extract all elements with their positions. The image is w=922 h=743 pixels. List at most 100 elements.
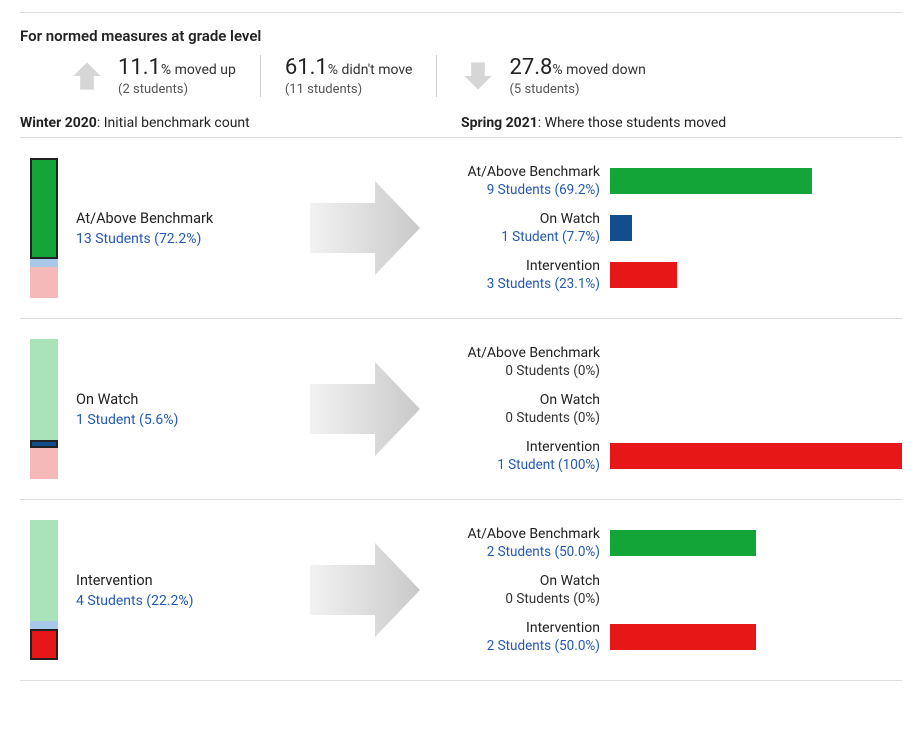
- destination-bar: [610, 262, 677, 288]
- destination-labels: At/Above Benchmark 2 Students (50.0%): [440, 526, 610, 560]
- destination-category-label: At/Above Benchmark: [440, 526, 600, 542]
- transition-arrow-icon: [290, 158, 440, 298]
- stacked-bar-segment: [30, 621, 58, 629]
- didnt-move-pct: 61.1: [285, 55, 328, 80]
- stacked-bar-segment: [30, 520, 58, 621]
- initial-count-link[interactable]: 4 Students (22.2%): [76, 593, 194, 609]
- right-period-desc: : Where those students moved: [538, 115, 726, 131]
- destination-row: Intervention 1 Student (100%): [440, 439, 902, 473]
- destination-labels: On Watch 0 Students (0%): [440, 573, 610, 607]
- summary-moved-up: 11.1% moved up (2 students): [20, 55, 260, 97]
- didnt-move-detail: (11 students): [285, 82, 413, 97]
- destination-bar-track: [610, 577, 902, 603]
- destination-count-link[interactable]: 2 Students (50.0%): [440, 544, 600, 560]
- transition-arrow-icon: [290, 520, 440, 660]
- destination-count-link: 0 Students (0%): [440, 591, 600, 607]
- destination-category-label: On Watch: [440, 573, 600, 589]
- destination-row: On Watch 0 Students (0%): [440, 392, 902, 426]
- initial-column: Intervention 4 Students (22.2%): [20, 520, 290, 660]
- destination-row: At/Above Benchmark 9 Students (69.2%): [440, 164, 902, 198]
- destination-labels: At/Above Benchmark 0 Students (0%): [440, 345, 610, 379]
- initial-category-label: Intervention: [76, 572, 194, 589]
- summary-row: 11.1% moved up (2 students) 61.1% didn't…: [20, 55, 902, 97]
- destination-bar-track: [610, 215, 902, 241]
- destination-category-label: On Watch: [440, 211, 600, 227]
- destination-column: At/Above Benchmark 9 Students (69.2%) On W…: [440, 158, 902, 298]
- stacked-bar-segment: [30, 259, 58, 267]
- transition-arrow-icon: [290, 339, 440, 479]
- stacked-bar-segment: [30, 448, 58, 479]
- destination-category-label: At/Above Benchmark: [440, 164, 600, 180]
- destination-category-label: Intervention: [440, 258, 600, 274]
- left-period-desc: : Initial benchmark count: [97, 115, 250, 131]
- destination-bar-track: [610, 349, 902, 375]
- destination-bar: [610, 215, 632, 241]
- destination-category-label: Intervention: [440, 620, 600, 636]
- movement-group: Intervention 4 Students (22.2%) At/Above …: [20, 499, 902, 681]
- arrow-up-icon: [70, 59, 104, 93]
- initial-category-label: At/Above Benchmark: [76, 210, 213, 227]
- destination-bar-track: [610, 624, 902, 650]
- destination-labels: Intervention 2 Students (50.0%): [440, 620, 610, 654]
- destination-row: On Watch 0 Students (0%): [440, 573, 902, 607]
- destination-row: At/Above Benchmark 2 Students (50.0%): [440, 526, 902, 560]
- stacked-bar-segment: [30, 158, 58, 259]
- moved-down-pct: 27.8: [509, 55, 552, 80]
- destination-column: At/Above Benchmark 2 Students (50.0%) On W…: [440, 520, 902, 660]
- stacked-bar-segment: [30, 629, 58, 660]
- destination-category-label: At/Above Benchmark: [440, 345, 600, 361]
- destination-count-link[interactable]: 2 Students (50.0%): [440, 638, 600, 654]
- right-period: Spring 2021: [461, 115, 538, 131]
- column-headers: Winter 2020: Initial benchmark count Spr…: [20, 115, 902, 131]
- stacked-bar-segment: [30, 440, 58, 448]
- movement-group: At/Above Benchmark 13 Students (72.2%) At…: [20, 137, 902, 318]
- left-period: Winter 2020: [20, 115, 97, 131]
- destination-labels: On Watch 0 Students (0%): [440, 392, 610, 426]
- destination-column: At/Above Benchmark0 Students (0%)On Watc…: [440, 339, 902, 479]
- initial-stacked-bar: [30, 158, 58, 298]
- destination-bar: [610, 443, 902, 469]
- arrow-down-icon: [461, 59, 495, 93]
- destination-bar: [610, 168, 812, 194]
- summary-moved-down: 27.8% moved down (5 students): [436, 55, 669, 97]
- initial-label-block: On Watch 1 Student (5.6%): [76, 391, 178, 428]
- moved-down-label: % moved down: [552, 62, 646, 78]
- stacked-bar-segment: [30, 267, 58, 298]
- destination-labels: Intervention 1 Student (100%): [440, 439, 610, 473]
- initial-count-link[interactable]: 13 Students (72.2%): [76, 231, 213, 247]
- destination-count-link: 0 Students (0%): [440, 410, 600, 426]
- destination-count-link[interactable]: 1 Student (100%): [440, 457, 600, 473]
- destination-category-label: Intervention: [440, 439, 600, 455]
- initial-column: On Watch 1 Student (5.6%): [20, 339, 290, 479]
- initial-label-block: At/Above Benchmark 13 Students (72.2%): [76, 210, 213, 247]
- movement-group: On Watch 1 Student (5.6%) At/Above Benchm…: [20, 318, 902, 499]
- initial-count-link[interactable]: 1 Student (5.6%): [76, 412, 178, 428]
- destination-row: At/Above Benchmark 0 Students (0%): [440, 345, 902, 379]
- destination-bar-track: [610, 530, 902, 556]
- destination-count-link[interactable]: 1 Student (7.7%): [440, 229, 600, 245]
- destination-labels: Intervention 3 Students (23.1%): [440, 258, 610, 292]
- section-title: For normed measures at grade level: [20, 27, 902, 45]
- destination-count-link: 0 Students (0%): [440, 363, 600, 379]
- destination-count-link[interactable]: 9 Students (69.2%): [440, 182, 600, 198]
- initial-label-block: Intervention 4 Students (22.2%): [76, 572, 194, 609]
- initial-column: At/Above Benchmark 13 Students (72.2%): [20, 158, 290, 298]
- destination-row: On Watch 1 Student (7.7%): [440, 211, 902, 245]
- moved-up-label: % moved up: [161, 62, 236, 78]
- destination-bar-track: [610, 396, 902, 422]
- initial-category-label: On Watch: [76, 391, 178, 408]
- summary-didnt-move: 61.1% didn't move (11 students): [260, 55, 437, 97]
- destination-count-link[interactable]: 3 Students (23.1%): [440, 276, 600, 292]
- destination-bar-track: [610, 443, 902, 469]
- moved-down-detail: (5 students): [509, 82, 645, 97]
- stacked-bar-segment: [30, 339, 58, 440]
- initial-stacked-bar: [30, 339, 58, 479]
- moved-up-detail: (2 students): [118, 82, 236, 97]
- initial-stacked-bar: [30, 520, 58, 660]
- destination-bar: [610, 624, 756, 650]
- destination-bar-track: [610, 168, 902, 194]
- destination-category-label: On Watch: [440, 392, 600, 408]
- destination-bar-track: [610, 262, 902, 288]
- didnt-move-label: % didn't move: [328, 62, 413, 78]
- destination-labels: At/Above Benchmark 9 Students (69.2%): [440, 164, 610, 198]
